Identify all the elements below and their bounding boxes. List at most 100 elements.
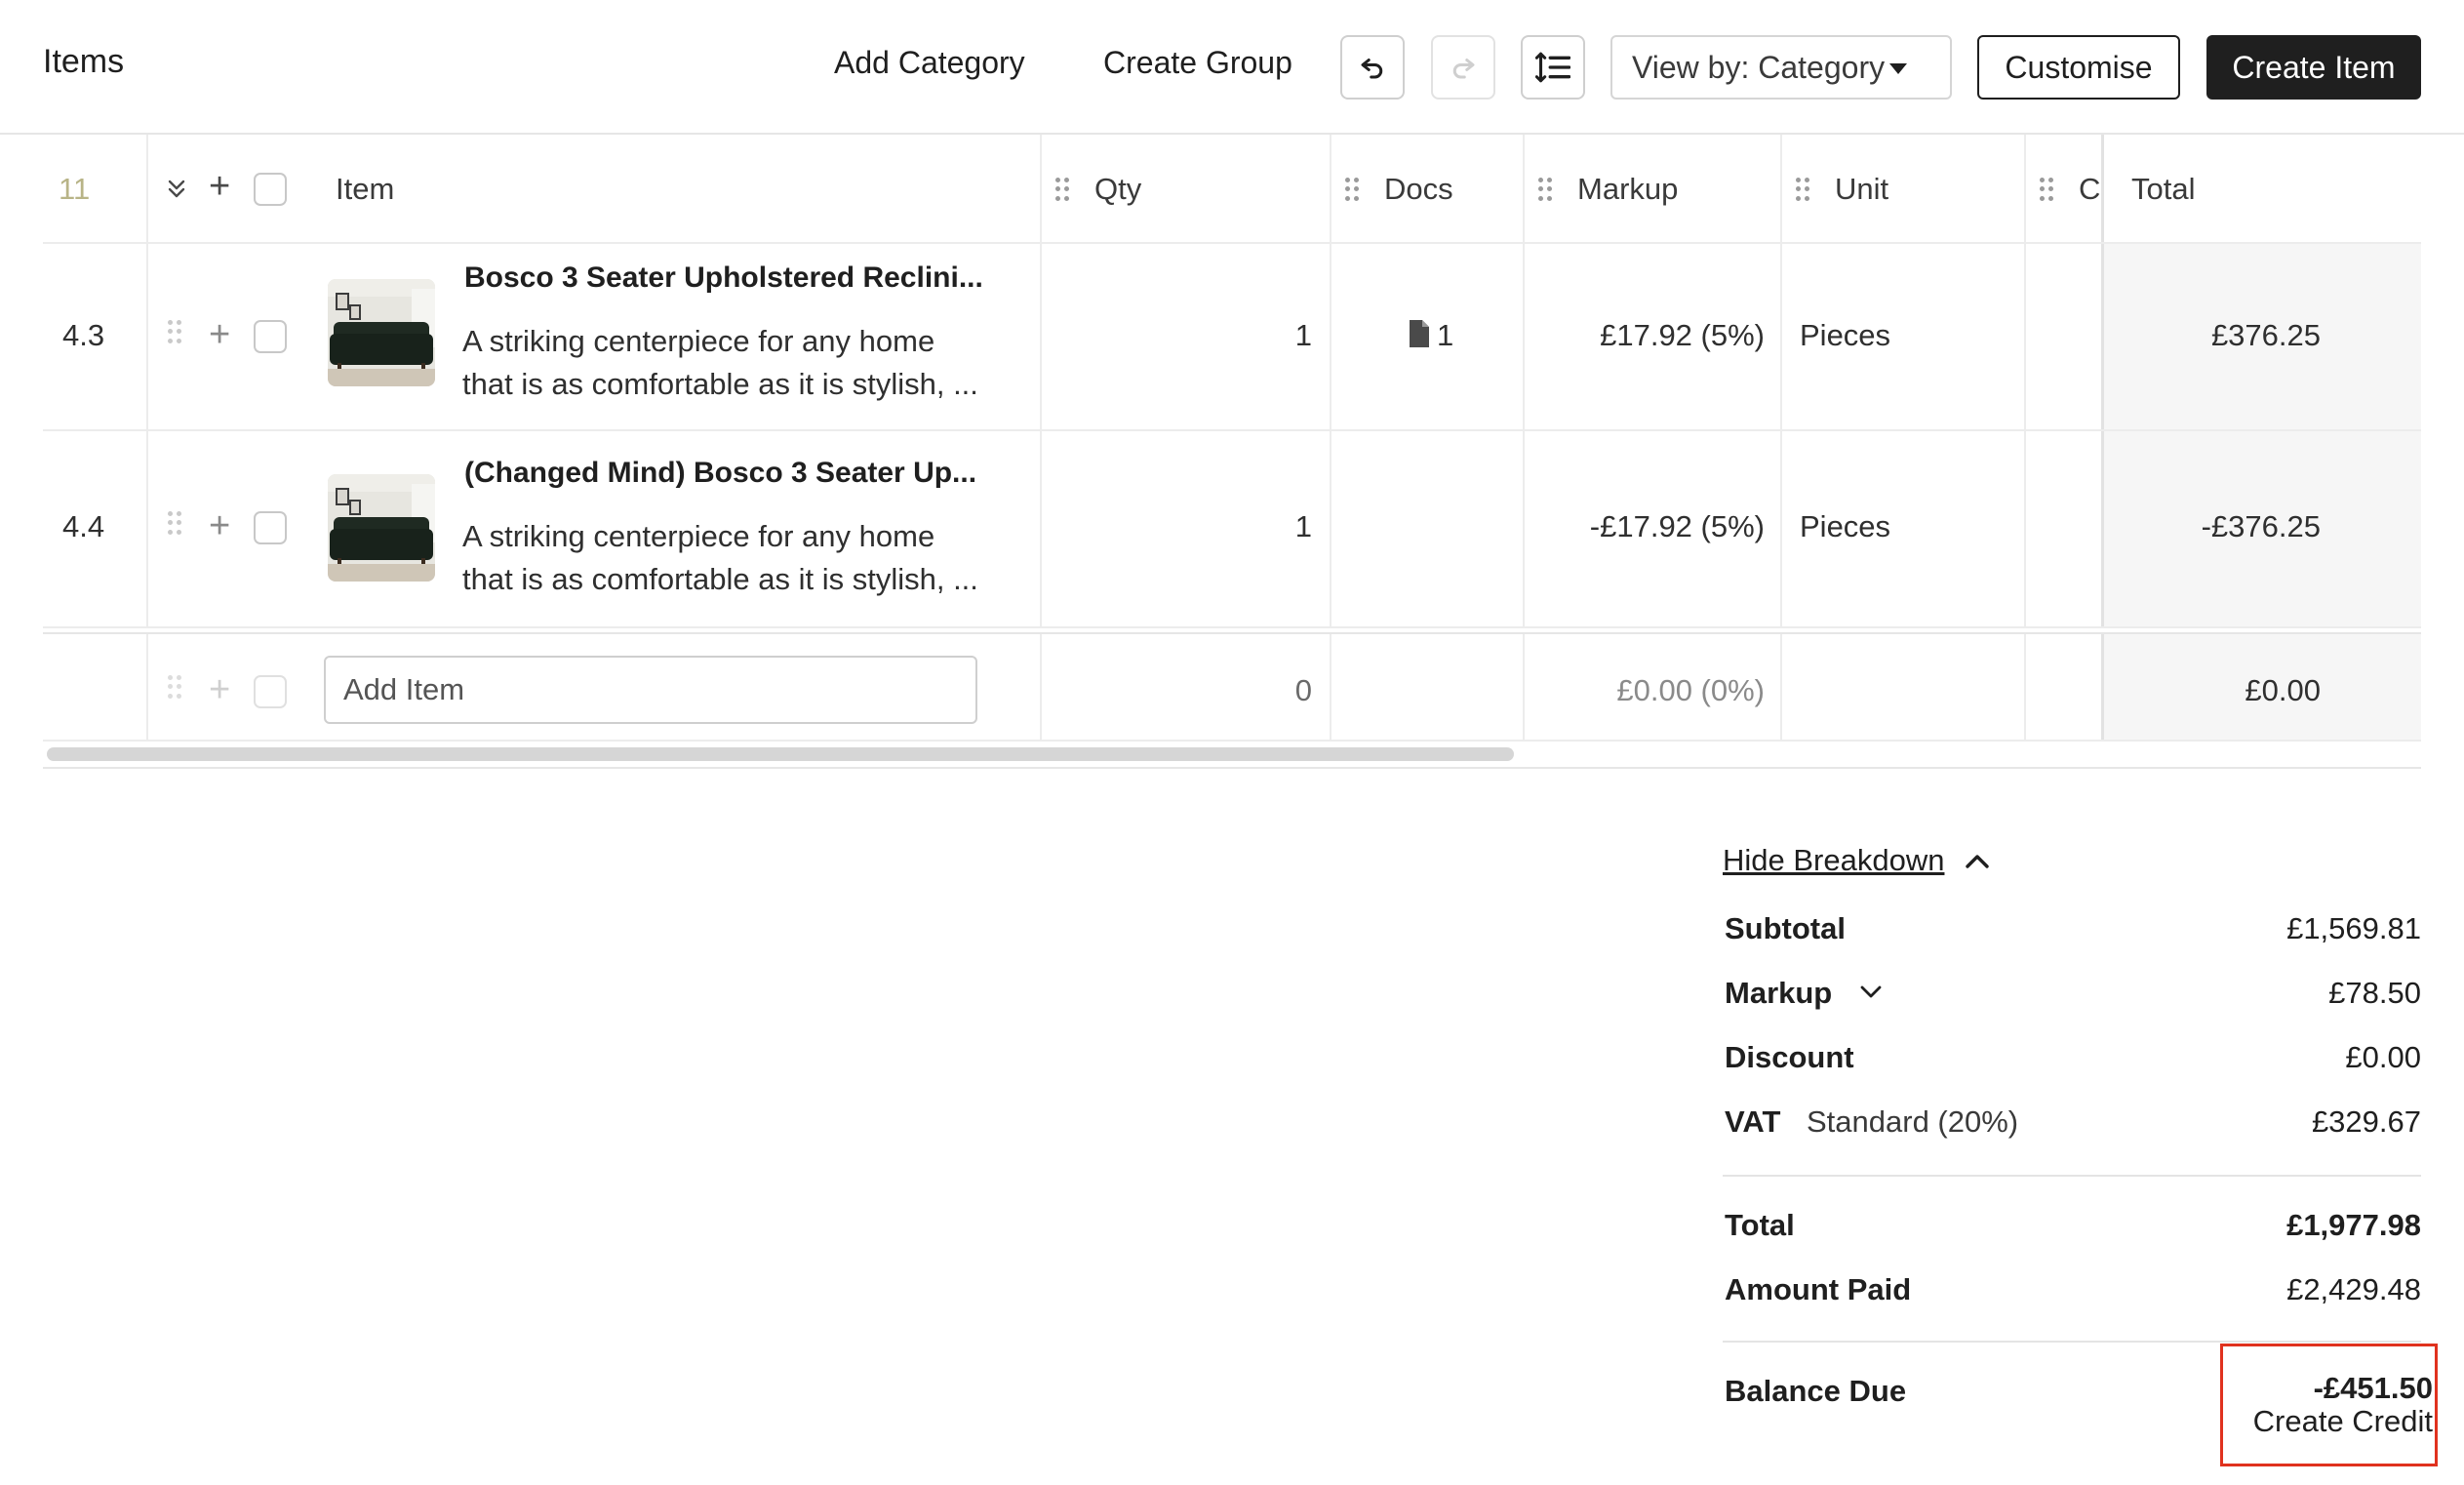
add-item-placeholder: Add Item — [343, 672, 465, 706]
amount-paid-value: £2,429.48 — [2286, 1272, 2421, 1306]
markup-cell[interactable]: £17.92 (5%) — [1525, 244, 1782, 429]
item-cell[interactable]: (Changed Mind) Bosco 3 Seater Up... A st… — [148, 431, 1042, 626]
balance-due-value: -£451.50 — [2313, 1371, 2433, 1405]
row-number-cell — [43, 634, 148, 740]
qty-cell[interactable]: 1 — [1042, 244, 1331, 429]
horizontal-scrollbar[interactable] — [47, 747, 1514, 761]
add-item-input[interactable]: Add Item — [324, 656, 977, 724]
item-header-label: Item — [336, 172, 395, 206]
redo-button[interactable] — [1431, 35, 1495, 100]
hide-breakdown-link[interactable]: Hide Breakdown — [1723, 843, 1944, 878]
header-row-number: 11 — [59, 172, 91, 206]
items-header: Items Add Category Create Group View by:… — [0, 0, 2464, 135]
drag-handle-icon[interactable] — [1538, 178, 1552, 201]
docs-cell[interactable]: 1 — [1331, 244, 1525, 429]
total-header-label: Total — [2131, 172, 2196, 206]
markup-value: £78.50 — [2328, 976, 2421, 1010]
unit-value: Pieces — [1800, 318, 1891, 352]
item-thumbnail — [328, 279, 435, 386]
undo-icon — [1361, 59, 1383, 79]
total-cell: £376.25 — [2101, 244, 2421, 429]
total-value: £376.25 — [2210, 318, 2321, 352]
vat-rate: Standard (20%) — [1807, 1104, 2019, 1139]
unit-cell[interactable]: Pieces — [1782, 431, 2026, 626]
row-number-cell: 4.4 — [43, 431, 148, 626]
create-item-button[interactable]: Create Item — [2206, 35, 2421, 100]
vat-value: £329.67 — [2311, 1104, 2421, 1139]
table-row[interactable]: 4.4 + (Changed Mind) Bosco 3 Seater Up..… — [43, 431, 2421, 628]
item-thumbnail — [328, 474, 435, 582]
unit-value: Pieces — [1800, 509, 1891, 543]
drag-handle-icon[interactable] — [1055, 178, 1069, 201]
page-title: Items — [43, 43, 125, 80]
total-value: £0.00 — [2245, 673, 2321, 707]
total-label: Total — [1725, 1208, 1795, 1242]
total-value: £1,977.98 — [2286, 1208, 2421, 1242]
divider — [1723, 1175, 2421, 1177]
chevron-up-icon[interactable] — [1963, 849, 1992, 872]
item-title: (Changed Mind) Bosco 3 Seater Up... — [464, 457, 977, 489]
qty-header-label: Qty — [1094, 172, 1142, 206]
markup-header-label: Markup — [1577, 172, 1679, 206]
docs-column-header[interactable]: Docs — [1331, 135, 1525, 242]
markup-cell[interactable]: £0.00 (0%) — [1525, 634, 1782, 740]
row-height-button[interactable] — [1521, 35, 1585, 100]
balance-due-label: Balance Due — [1725, 1374, 1907, 1408]
sofa-image — [328, 474, 435, 582]
markup-value: £0.00 (0%) — [1616, 673, 1765, 707]
divider — [43, 767, 2421, 769]
item-title: Bosco 3 Seater Upholstered Reclini... — [464, 261, 983, 294]
add-category-button[interactable]: Add Category — [834, 45, 1025, 81]
redo-icon — [1452, 59, 1475, 79]
unit-cell — [1782, 634, 2026, 740]
balance-due-highlight: -£451.50 Create Credit — [2220, 1344, 2438, 1466]
qty-cell[interactable]: 0 — [1042, 634, 1331, 740]
docs-cell[interactable] — [1331, 431, 1525, 626]
chevron-down-icon[interactable] — [1857, 982, 1885, 1003]
drag-handle-icon[interactable] — [1345, 178, 1359, 201]
line-spacing-icon — [1535, 52, 1570, 83]
vat-label: VAT — [1725, 1104, 1781, 1139]
view-by-label: View by: Category — [1632, 49, 1886, 85]
sofa-image — [328, 279, 435, 386]
drag-handle-icon[interactable] — [1796, 178, 1809, 201]
subtotal-value: £1,569.81 — [2286, 911, 2421, 945]
row-number: 4.3 — [62, 318, 105, 352]
item-description: A striking centerpiece for any home that… — [462, 519, 978, 596]
hide-breakdown-label: Hide Breakdown — [1723, 843, 1945, 877]
add-item-row: + Add Item 0 £0.00 (0%) £0.00 — [43, 632, 2421, 742]
markup-value: £17.92 (5%) — [1600, 318, 1765, 352]
subtotal-label: Subtotal — [1725, 911, 1846, 945]
qty-value: 1 — [1294, 509, 1312, 543]
create-credit-link[interactable]: Create Credit — [2253, 1404, 2433, 1439]
caret-down-icon — [1889, 63, 1907, 74]
item-description: A striking centerpiece for any home that… — [462, 324, 978, 401]
docs-cell — [1331, 634, 1525, 740]
create-group-button[interactable]: Create Group — [1103, 45, 1292, 81]
qty-cell[interactable]: 1 — [1042, 431, 1331, 626]
qty-column-header[interactable]: Qty — [1042, 135, 1331, 242]
markup-cell[interactable]: -£17.92 (5%) — [1525, 431, 1782, 626]
row-number-cell: 4.3 — [43, 244, 148, 429]
docs-count: 1 — [1437, 318, 1454, 352]
total-value: -£376.25 — [2201, 509, 2321, 543]
discount-label: Discount — [1725, 1040, 1854, 1074]
row-number: 4.4 — [62, 509, 105, 543]
qty-value: 1 — [1294, 318, 1312, 352]
items-table: 11 + Item Qty Docs Markup Unit Cost Tot — [43, 135, 2421, 742]
table-row[interactable]: 4.3 + Bosco 3 Seater Upholstered Reclini… — [43, 244, 2421, 431]
drag-handle-icon[interactable] — [2040, 178, 2053, 201]
docs-header-label: Docs — [1384, 172, 1453, 206]
item-cell[interactable]: Bosco 3 Seater Upholstered Reclini... A … — [148, 244, 1042, 429]
undo-button[interactable] — [1340, 35, 1405, 100]
discount-value: £0.00 — [2345, 1040, 2421, 1074]
unit-column-header[interactable]: Unit — [1782, 135, 2026, 242]
markup-column-header[interactable]: Markup — [1525, 135, 1782, 242]
qty-value: 0 — [1294, 673, 1312, 707]
customise-button[interactable]: Customise — [1977, 35, 2180, 100]
unit-cell[interactable]: Pieces — [1782, 244, 2026, 429]
item-column-header: Item — [148, 135, 1042, 242]
markup-label: Markup — [1725, 976, 1833, 1010]
table-header-row: 11 + Item Qty Docs Markup Unit Cost Tot — [43, 135, 2421, 244]
view-by-select[interactable]: View by: Category — [1610, 35, 1952, 100]
